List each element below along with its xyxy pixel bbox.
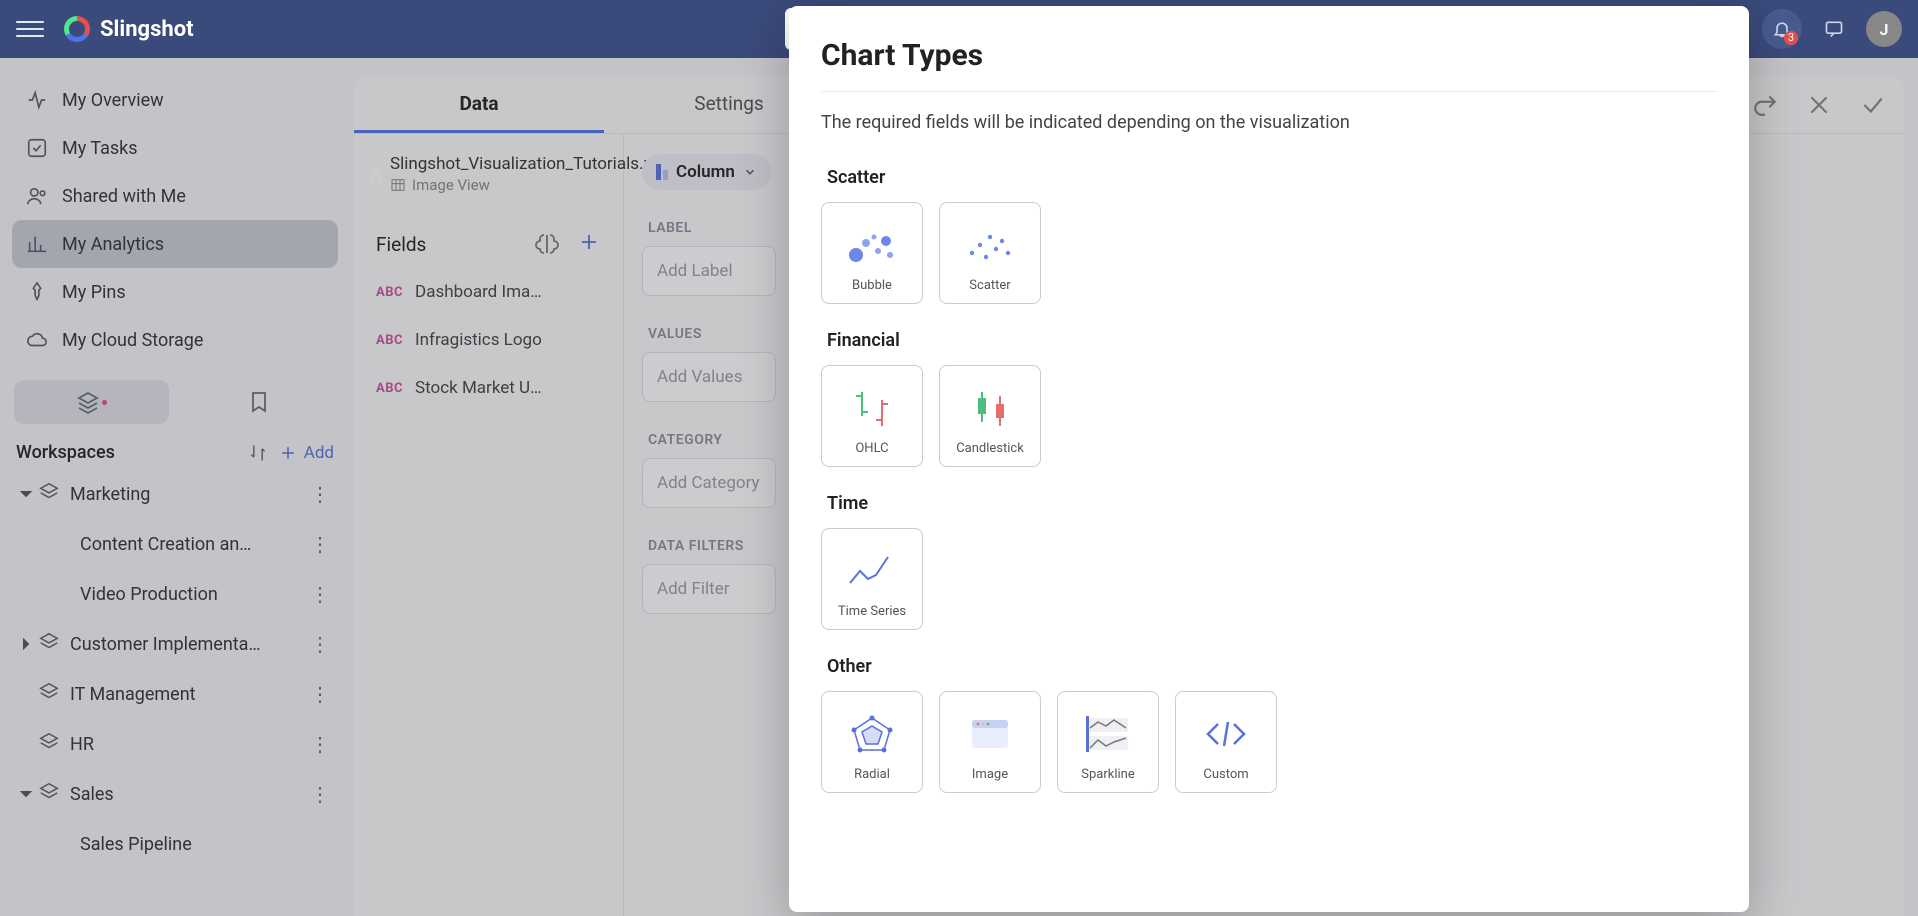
- image-icon: [962, 712, 1018, 756]
- user-avatar[interactable]: J: [1866, 11, 1902, 47]
- chart-group-title: Other: [827, 656, 1717, 677]
- chart-group-title: Time: [827, 493, 1717, 514]
- ohlc-chart-icon: [844, 386, 900, 430]
- chart-type-bubble[interactable]: Bubble: [821, 202, 923, 304]
- chart-type-ohlc[interactable]: OHLC: [821, 365, 923, 467]
- app-logo[interactable]: Slingshot: [64, 16, 194, 42]
- chart-type-time-series[interactable]: Time Series: [821, 528, 923, 630]
- code-icon: [1198, 712, 1254, 756]
- chart-type-radial[interactable]: Radial: [821, 691, 923, 793]
- chat-button[interactable]: [1814, 9, 1854, 49]
- chart-type-image[interactable]: Image: [939, 691, 1041, 793]
- chart-type-custom[interactable]: Custom: [1175, 691, 1277, 793]
- chart-types-panel: Chart Types The required fields will be …: [789, 6, 1749, 912]
- app-name: Slingshot: [100, 17, 194, 42]
- sparkline-icon: [1080, 712, 1136, 756]
- logo-mark: [64, 16, 90, 42]
- scatter-chart-icon: [962, 223, 1018, 267]
- notification-badge: 3: [1784, 31, 1798, 45]
- menu-toggle[interactable]: [16, 15, 44, 43]
- chart-group-title: Financial: [827, 330, 1717, 351]
- chart-group-title: Scatter: [827, 167, 1717, 188]
- chart-type-scatter[interactable]: Scatter: [939, 202, 1041, 304]
- chart-type-candlestick[interactable]: Candlestick: [939, 365, 1041, 467]
- time-series-icon: [844, 549, 900, 593]
- notifications-button[interactable]: 3: [1762, 9, 1802, 49]
- bubble-chart-icon: [844, 223, 900, 267]
- chat-icon: [1824, 19, 1844, 39]
- radial-chart-icon: [844, 712, 900, 756]
- candlestick-chart-icon: [962, 386, 1018, 430]
- chart-type-sparkline[interactable]: Sparkline: [1057, 691, 1159, 793]
- chart-types-title: Chart Types: [821, 38, 1717, 73]
- chart-types-hint: The required fields will be indicated de…: [821, 112, 1717, 133]
- divider: [821, 91, 1717, 92]
